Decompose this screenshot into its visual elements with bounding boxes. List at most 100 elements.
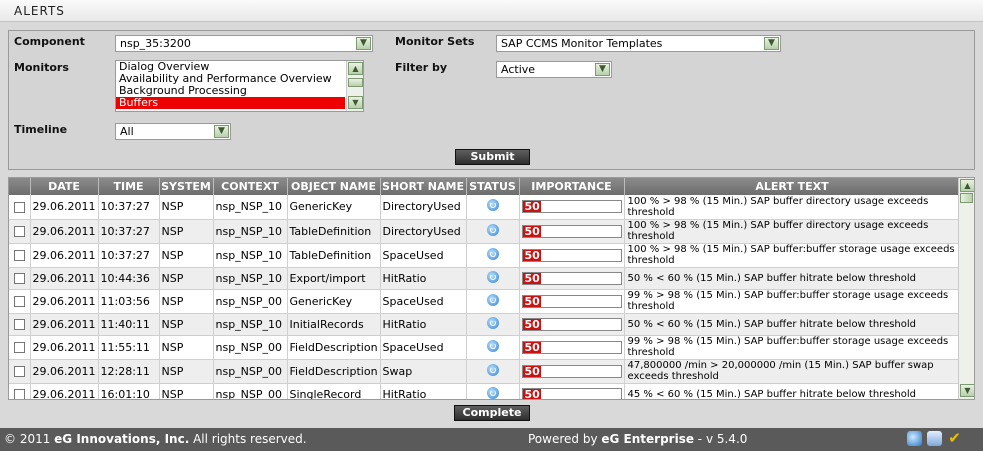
alert-text-cell: 100 % > 98 % (15 Min.) SAP buffer direct… — [624, 219, 961, 244]
table-row[interactable]: 29.06.2011 16:01:10 NSP nsp_NSP_00 SingleRec… — [9, 383, 961, 399]
check-icon[interactable]: ✔ — [947, 431, 962, 446]
column-header-alert-text[interactable]: ALERT TEXT — [624, 178, 961, 195]
column-header-time[interactable]: TIME — [98, 178, 160, 195]
submit-button[interactable]: Submit — [455, 149, 530, 165]
filter-by-select[interactable]: Active ▼ — [496, 61, 612, 78]
row-select-cell[interactable] — [9, 267, 31, 290]
scroll-thumb[interactable] — [960, 193, 973, 203]
complete-button[interactable]: Complete — [454, 405, 530, 421]
row-checkbox[interactable] — [13, 342, 25, 353]
time-cell: 10:44:36 — [98, 267, 160, 290]
monitor-sets-select[interactable]: SAP CCMS Monitor Templates ▼ — [496, 35, 781, 52]
column-header-importance[interactable]: IMPORTANCE — [519, 178, 625, 195]
scroll-thumb[interactable] — [348, 78, 363, 87]
importance-value: 50 — [524, 340, 540, 354]
version: - v 5.4.0 — [693, 432, 748, 446]
row-select-cell[interactable] — [9, 195, 31, 220]
object-name-cell: InitialRecords — [287, 313, 381, 336]
row-select-cell[interactable] — [9, 335, 31, 360]
importance-value: 50 — [524, 294, 540, 308]
row-select-cell[interactable] — [9, 359, 31, 384]
time-cell: 11:03:56 — [98, 289, 160, 314]
monitors-listbox[interactable]: Dialog Overview Availability and Perform… — [115, 60, 364, 112]
importance-bar: 50 — [521, 364, 622, 378]
row-select-cell[interactable] — [9, 289, 31, 314]
alert-text-cell: 100 % > 98 % (15 Min.) SAP buffer:buffer… — [624, 243, 961, 268]
row-select-cell[interactable] — [9, 383, 31, 399]
column-header-object-name[interactable]: OBJECT NAME — [287, 178, 381, 195]
scroll-up-icon[interactable]: ▲ — [960, 179, 974, 192]
row-checkbox[interactable] — [13, 273, 25, 284]
context-cell: nsp_NSP_10 — [213, 195, 288, 220]
table-row[interactable]: 29.06.2011 10:37:27 NSP nsp_NSP_10 TableDefi… — [9, 219, 961, 244]
monitors-option-selected[interactable]: Buffers — [116, 97, 345, 109]
column-header-date[interactable]: DATE — [30, 178, 99, 195]
column-header-select — [9, 178, 31, 195]
status-cell — [466, 289, 520, 314]
importance-bar: 50 — [521, 224, 622, 238]
alerts-table-body: 29.06.2011 10:37:27 NSP nsp_NSP_10 GenericKe… — [9, 195, 961, 399]
row-select-cell[interactable] — [9, 243, 31, 268]
table-row[interactable]: 29.06.2011 10:37:27 NSP nsp_NSP_10 TableDefi… — [9, 243, 961, 268]
chevron-down-icon[interactable]: ▼ — [764, 37, 779, 50]
component-select[interactable]: nsp_35:3200 ▼ — [115, 35, 373, 52]
table-row[interactable]: 29.06.2011 10:44:36 NSP nsp_NSP_10 Export/im… — [9, 267, 961, 290]
column-header-context[interactable]: CONTEXT — [213, 178, 288, 195]
chevron-down-icon[interactable]: ▼ — [595, 63, 610, 76]
row-select-cell[interactable] — [9, 313, 31, 336]
refresh-icon[interactable] — [486, 363, 499, 376]
short-name-cell: DirectoryUsed — [380, 195, 467, 220]
context-cell: nsp_NSP_00 — [213, 359, 288, 384]
title-bar: ALERTS — [0, 0, 983, 22]
help-icon[interactable] — [927, 431, 942, 446]
context-cell: nsp_NSP_10 — [213, 313, 288, 336]
refresh-icon[interactable] — [486, 270, 499, 283]
row-checkbox[interactable] — [13, 201, 25, 213]
table-scrollbar[interactable]: ▲ ▼ — [958, 178, 974, 399]
row-select-cell[interactable] — [9, 219, 31, 244]
scroll-down-icon[interactable]: ▼ — [960, 384, 974, 397]
refresh-icon[interactable] — [486, 293, 499, 306]
scroll-down-icon[interactable]: ▼ — [348, 96, 363, 109]
monitors-scrollbar[interactable]: ▲ ▼ — [346, 61, 363, 111]
refresh-icon[interactable] — [486, 223, 499, 236]
system-cell: NSP — [159, 195, 214, 220]
scroll-up-icon[interactable]: ▲ — [348, 62, 363, 75]
row-checkbox[interactable] — [13, 389, 25, 399]
short-name-cell: HitRatio — [380, 383, 467, 399]
table-row[interactable]: 29.06.2011 11:40:11 NSP nsp_NSP_10 InitialRe… — [9, 313, 961, 336]
importance-cell: 50 — [519, 383, 625, 399]
row-checkbox[interactable] — [13, 296, 25, 307]
time-cell: 10:37:27 — [98, 243, 160, 268]
row-checkbox[interactable] — [13, 250, 25, 261]
refresh-icon[interactable] — [486, 316, 499, 329]
importance-cell: 50 — [519, 219, 625, 244]
context-cell: nsp_NSP_10 — [213, 219, 288, 244]
timeline-select[interactable]: All ▼ — [115, 123, 231, 140]
column-header-status[interactable]: STATUS — [466, 178, 520, 195]
row-checkbox[interactable] — [13, 366, 25, 377]
copyright: © 2011 eG Innovations, Inc. All rights r… — [4, 432, 307, 446]
table-row[interactable]: 29.06.2011 11:03:56 NSP nsp_NSP_00 GenericKe… — [9, 289, 961, 314]
row-checkbox[interactable] — [13, 319, 25, 330]
refresh-icon[interactable] — [486, 339, 499, 352]
chevron-down-icon[interactable]: ▼ — [214, 125, 229, 138]
chevron-down-icon[interactable]: ▼ — [356, 37, 371, 50]
refresh-icon[interactable] — [486, 247, 499, 260]
table-row[interactable]: 29.06.2011 12:28:11 NSP nsp_NSP_00 FieldDesc… — [9, 359, 961, 384]
refresh-icon[interactable] — [907, 431, 922, 446]
table-row[interactable]: 29.06.2011 11:55:11 NSP nsp_NSP_00 FieldDesc… — [9, 335, 961, 360]
column-header-short-name[interactable]: SHORT NAME — [380, 178, 467, 195]
table-header-row: DATE TIME SYSTEM CONTEXT OBJECT NAME SHO… — [9, 178, 961, 195]
importance-cell: 50 — [519, 359, 625, 384]
refresh-icon[interactable] — [486, 199, 499, 212]
timeline-value: All — [120, 125, 134, 138]
refresh-icon[interactable] — [486, 386, 499, 399]
time-cell: 16:01:10 — [98, 383, 160, 399]
importance-bar: 50 — [521, 248, 622, 262]
column-header-system[interactable]: SYSTEM — [159, 178, 214, 195]
row-checkbox[interactable] — [13, 226, 25, 237]
copyright-company: eG Innovations, Inc. — [54, 432, 190, 446]
status-cell — [466, 195, 520, 220]
table-row[interactable]: 29.06.2011 10:37:27 NSP nsp_NSP_10 GenericKe… — [9, 195, 961, 220]
